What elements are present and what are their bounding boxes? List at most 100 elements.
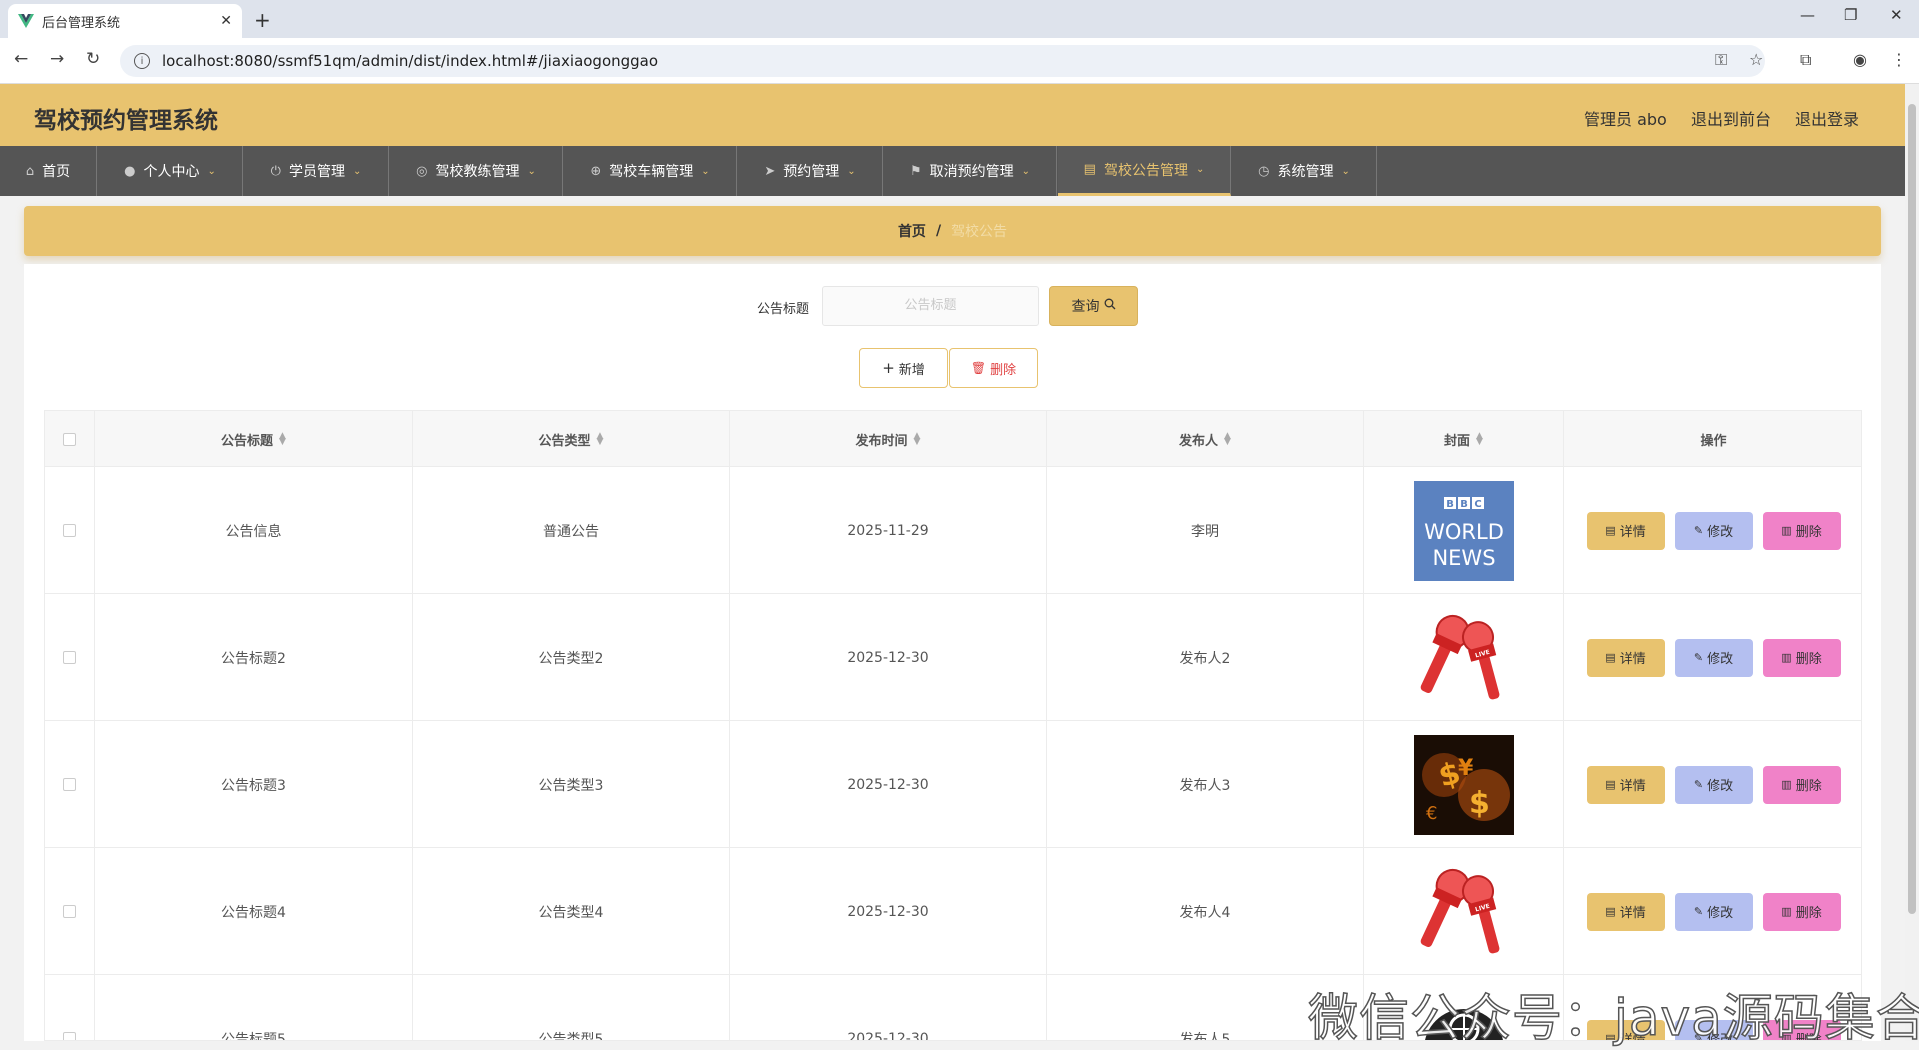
cover-image: $ $ ¥ €	[1413, 734, 1514, 835]
menu-home[interactable]: ⌂ 首页	[0, 146, 97, 196]
edit-button[interactable]: ✎ 修改	[1674, 765, 1753, 804]
table-row: 公告信息 普通公告 2025-11-29 李明 B B C WORLD NEWS ▤ 详情 ✎ 修改 ▥ 删…	[45, 467, 1861, 594]
select-all-checkbox[interactable]	[63, 432, 76, 446]
row-checkbox[interactable]	[63, 651, 76, 664]
back-icon[interactable]: ←	[14, 49, 28, 69]
sort-icon[interactable]: ▲ ▼	[1224, 432, 1231, 447]
cell-title: 公告标题5	[95, 975, 413, 1040]
chevron-down-icon: ⌄	[847, 165, 856, 177]
cell-cover: B B C WORLD NEWS	[1364, 467, 1564, 594]
browser-menu-icon[interactable]: ⋮	[1891, 50, 1907, 69]
delete-button[interactable]: ▥ 删除	[1762, 511, 1841, 550]
profile-icon[interactable]: ◉	[1853, 50, 1867, 69]
sort-icon[interactable]: ▲ ▼	[1476, 432, 1483, 447]
sort-icon[interactable]: ▲ ▼	[914, 432, 921, 447]
column-header-title[interactable]: 公告标题 ▲ ▼	[95, 411, 413, 467]
column-header-actions: 操作	[1700, 433, 1727, 449]
edit-button[interactable]: ✎ 修改	[1674, 892, 1753, 931]
cell-type: 普通公告	[413, 467, 730, 594]
clock-icon: ◷	[1258, 163, 1270, 179]
breadcrumb-current: 驾校公告	[951, 224, 1008, 240]
notice-table: 公告标题 ▲ ▼ 公告类型 ▲ ▼ 发布时间 ▲ ▼ 发布人 ▲ ▼ 封面 ▲ ▼ 操作 公告信息普…	[44, 410, 1862, 1041]
document-icon: ▤	[1605, 778, 1616, 791]
cell-actions: ▤ 详情 ✎ 修改 ▥ 删除	[1564, 848, 1861, 975]
column-header-type[interactable]: 公告类型 ▲ ▼	[413, 411, 730, 467]
cell-publisher: 李明	[1047, 467, 1364, 594]
menu-personal-center[interactable]: ● 个人中心 ⌄	[98, 146, 243, 196]
query-button[interactable]: 查询	[1049, 286, 1138, 326]
menu-booking-management[interactable]: ➤ 预约管理 ⌄	[738, 146, 883, 196]
menu-coach-management[interactable]: ◎ 驾校教练管理 ⌄	[390, 146, 563, 196]
delete-button[interactable]: ▥ 删除	[1762, 638, 1841, 677]
row-checkbox[interactable]	[63, 524, 76, 537]
send-icon: ➤	[764, 163, 776, 179]
close-tab-icon[interactable]: ✕	[220, 13, 232, 29]
document-icon: ▤	[1605, 524, 1616, 537]
bookmark-star-icon[interactable]: ☆	[1749, 50, 1763, 69]
reload-icon[interactable]: ↻	[86, 49, 100, 69]
sort-icon[interactable]: ▲ ▼	[279, 432, 286, 447]
exit-to-front-link[interactable]: 退出到前台	[1691, 106, 1771, 130]
detail-button[interactable]: ▤ 详情	[1586, 511, 1665, 550]
row-select-cell	[45, 975, 95, 1040]
key-icon[interactable]: ⚿	[1715, 50, 1727, 70]
row-select-cell	[45, 848, 95, 975]
svg-text:B: B	[1446, 499, 1454, 510]
menu-notice-management[interactable]: ▤ 驾校公告管理 ⌄	[1058, 146, 1231, 196]
pencil-icon: ✎	[1693, 905, 1704, 918]
cell-title: 公告标题4	[95, 848, 413, 975]
svg-text:WORLD: WORLD	[1424, 520, 1504, 544]
trash-icon: ▥	[1781, 778, 1792, 791]
tab-title: 后台管理系统	[42, 15, 121, 31]
new-tab-button[interactable]: +	[254, 8, 271, 32]
breadcrumb-home[interactable]: 首页	[898, 221, 926, 241]
search-input[interactable]: 公告标题	[822, 286, 1039, 326]
row-checkbox[interactable]	[63, 778, 76, 791]
row-checkbox[interactable]	[63, 905, 76, 918]
breadcrumb-separator: /	[935, 223, 942, 239]
menu-student-management[interactable]: ⏻ 学员管理 ⌄	[244, 146, 389, 196]
delete-button[interactable]: ▥ 删除	[1762, 892, 1841, 931]
browser-tab-strip: 后台管理系统 ✕ + — ❐ ✕	[0, 0, 1919, 38]
edit-button[interactable]: ✎ 修改	[1674, 638, 1753, 677]
top-nav-menu: ⌂ 首页 ● 个人中心 ⌄ ⏻ 学员管理 ⌄ ◎ 驾校教练管理 ⌄ ⊕ 驾校车辆管理 ⌄ ➤ 预约管…	[0, 146, 1905, 196]
row-checkbox[interactable]	[63, 1032, 76, 1040]
target-icon: ◎	[416, 163, 428, 179]
menu-cancel-booking-management[interactable]: ⚑ 取消预约管理 ⌄	[884, 146, 1057, 196]
delete-button[interactable]: ▥ 删除	[1762, 765, 1841, 804]
cell-time: 2025-12-30	[730, 975, 1047, 1040]
forward-icon[interactable]: →	[50, 49, 64, 69]
add-button[interactable]: + 新增	[859, 348, 948, 388]
tab-search-icon[interactable]: ⧉	[1800, 50, 1811, 70]
cell-type: 公告类型4	[413, 848, 730, 975]
cell-actions: ▤ 详情 ✎ 修改 ▥ 删除	[1564, 467, 1861, 594]
scrollbar-thumb[interactable]	[1908, 104, 1916, 914]
close-window-icon[interactable]: ✕	[1890, 6, 1903, 24]
row-select-cell	[45, 721, 95, 848]
cell-cover: $ $ ¥ €	[1364, 721, 1564, 848]
detail-button[interactable]: ▤ 详情	[1586, 892, 1665, 931]
cell-type: 公告类型5	[413, 975, 730, 1040]
breadcrumb: 首页 / 驾校公告	[24, 206, 1881, 256]
minimize-icon[interactable]: —	[1800, 6, 1815, 24]
column-header-publisher[interactable]: 发布人 ▲ ▼	[1047, 411, 1364, 467]
cell-publisher: 发布人3	[1047, 721, 1364, 848]
batch-delete-button[interactable]: 🗑︎ 删除	[949, 348, 1038, 388]
detail-button[interactable]: ▤ 详情	[1586, 638, 1665, 677]
site-info-icon[interactable]: i	[134, 53, 150, 69]
logout-link[interactable]: 退出登录	[1795, 106, 1859, 130]
sort-icon[interactable]: ▲ ▼	[597, 432, 604, 447]
url-field[interactable]: i localhost:8080/ssmf51qm/admin/dist/ind…	[120, 45, 1765, 77]
column-header-time[interactable]: 发布时间 ▲ ▼	[730, 411, 1047, 467]
menu-system-management[interactable]: ◷ 系统管理 ⌄	[1232, 146, 1377, 196]
menu-vehicle-management[interactable]: ⊕ 驾校车辆管理 ⌄	[564, 146, 737, 196]
page-scrollbar[interactable]	[1905, 84, 1919, 1041]
browser-tab[interactable]: 后台管理系统 ✕	[8, 4, 242, 38]
maximize-icon[interactable]: ❐	[1844, 6, 1857, 24]
column-header-cover[interactable]: 封面 ▲ ▼	[1364, 411, 1564, 467]
edit-button[interactable]: ✎ 修改	[1674, 511, 1753, 550]
svg-text:$: $	[1469, 786, 1490, 821]
detail-button[interactable]: ▤ 详情	[1586, 765, 1665, 804]
watermark-text: 微信公众号：java源码集合	[1307, 988, 1919, 1048]
svg-text:C: C	[1474, 499, 1481, 510]
